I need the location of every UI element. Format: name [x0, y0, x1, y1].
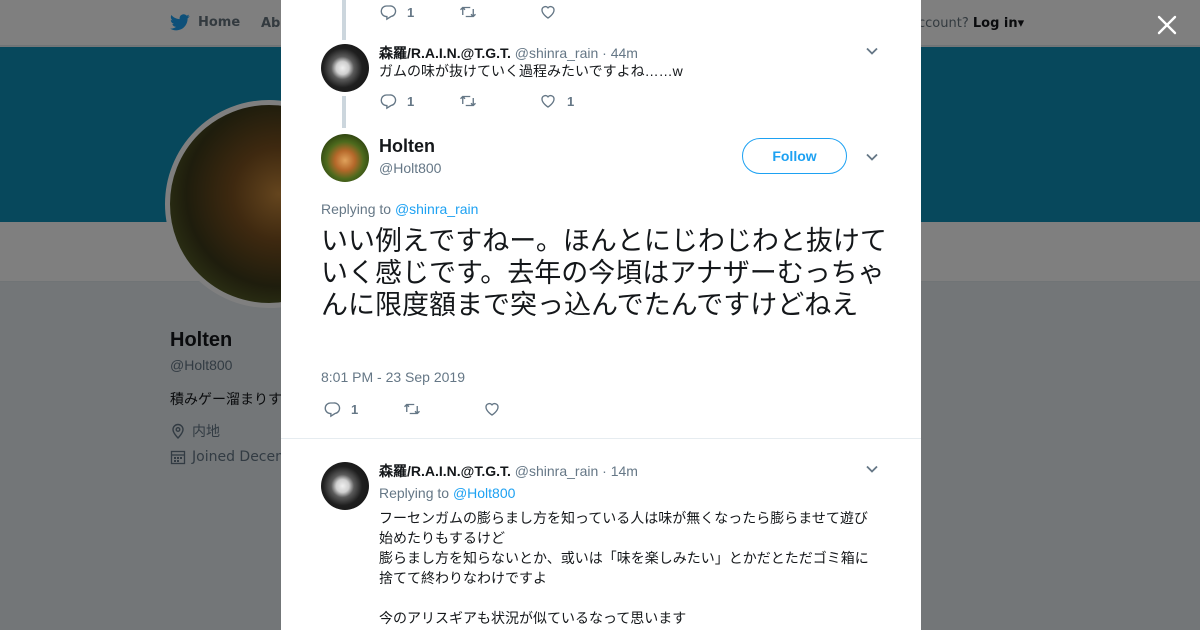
close-icon[interactable] [1154, 12, 1180, 38]
reply-icon [324, 402, 341, 418]
reply-action[interactable]: 1 [379, 3, 459, 21]
reply-action[interactable]: 1 [323, 400, 403, 418]
author-name[interactable]: 森羅/R.A.I.N.@T.G.T. [379, 45, 511, 61]
like-action[interactable] [539, 3, 567, 21]
replying-to-link[interactable]: @shinra_rain [395, 201, 478, 217]
tweet-modal: 1 森羅/R.A.I.N.@T.G.T. @shinra_rain · 44m … [281, 0, 921, 630]
retweet-icon [460, 95, 476, 107]
retweet-icon [404, 403, 420, 415]
tweet-header: 森羅/R.A.I.N.@T.G.T. @shinra_rain · 44m [379, 43, 638, 63]
main-author-name[interactable]: Holten [379, 136, 435, 157]
avatar[interactable] [321, 44, 369, 92]
author-name[interactable]: 森羅/R.A.I.N.@T.G.T. [379, 463, 511, 479]
replying-to: Replying to @shinra_rain [321, 201, 478, 217]
main-author-handle[interactable]: @Holt800 [379, 160, 441, 176]
tweet-actions: 1 [379, 3, 567, 21]
chevron-down-icon[interactable] [865, 150, 879, 164]
reply-icon [380, 5, 397, 21]
author-handle[interactable]: @shinra_rain [515, 45, 598, 61]
replying-to-prefix: Replying to [321, 201, 392, 217]
thread-line [342, 96, 346, 128]
retweet-action[interactable] [403, 400, 483, 418]
heart-icon [541, 5, 555, 19]
tweet-text-line: 始めたりもするけど [379, 530, 505, 546]
replying-to-prefix: Replying to [379, 485, 450, 501]
tweet-text-line: 今のアリスギアも状況が似ているなって思います [379, 610, 687, 626]
tweet-text-line: 膨らまし方を知らないとか、或いは「味を楽しみたい」とかだとただゴミ箱に [379, 550, 869, 566]
retweet-action[interactable] [459, 92, 539, 110]
author-handle[interactable]: @shinra_rain [515, 463, 598, 479]
tweet-text-line: 捨てて終わりなわけですよ [379, 570, 547, 586]
like-count: 1 [567, 93, 575, 109]
reply-action[interactable]: 1 [379, 92, 459, 110]
replying-to-link[interactable]: @Holt800 [453, 485, 515, 501]
avatar[interactable] [321, 134, 369, 182]
main-tweet-timestamp[interactable]: 8:01 PM - 23 Sep 2019 [321, 369, 465, 385]
reply-count: 1 [407, 4, 415, 20]
retweet-action[interactable] [459, 3, 539, 21]
reply-count: 1 [407, 93, 415, 109]
main-tweet-text: いい例えですねー。ほんとにじわじわと抜けていく感じです。去年の今頃はアナザーむっ… [321, 226, 887, 321]
chevron-down-icon[interactable] [865, 462, 879, 476]
like-action[interactable] [483, 400, 511, 418]
avatar[interactable] [321, 462, 369, 510]
divider [281, 438, 921, 439]
replying-to: Replying to @Holt800 [379, 485, 515, 501]
tweet-actions: 1 [323, 400, 511, 418]
like-action[interactable]: 1 [539, 92, 574, 110]
tweet-header: 森羅/R.A.I.N.@T.G.T. @shinra_rain · 14m [379, 461, 638, 481]
tweet-text-line: フーセンガムの膨らまし方を知っている人は味が無くなったら膨らませて遊び [379, 510, 868, 526]
reply-count: 1 [351, 401, 359, 417]
chevron-down-icon[interactable] [865, 44, 879, 58]
thread-line [342, 0, 346, 40]
tweet-actions: 1 1 [379, 92, 574, 110]
tweet-time[interactable]: · 14m [602, 463, 638, 479]
reply-icon [380, 94, 397, 110]
tweet-time[interactable]: · 44m [602, 45, 638, 61]
heart-icon [541, 94, 555, 108]
tweet-text: ガムの味が抜けていく過程みたいですよね……w [379, 63, 683, 79]
retweet-icon [460, 6, 476, 18]
follow-button[interactable]: Follow [742, 138, 847, 174]
heart-icon [485, 402, 499, 416]
